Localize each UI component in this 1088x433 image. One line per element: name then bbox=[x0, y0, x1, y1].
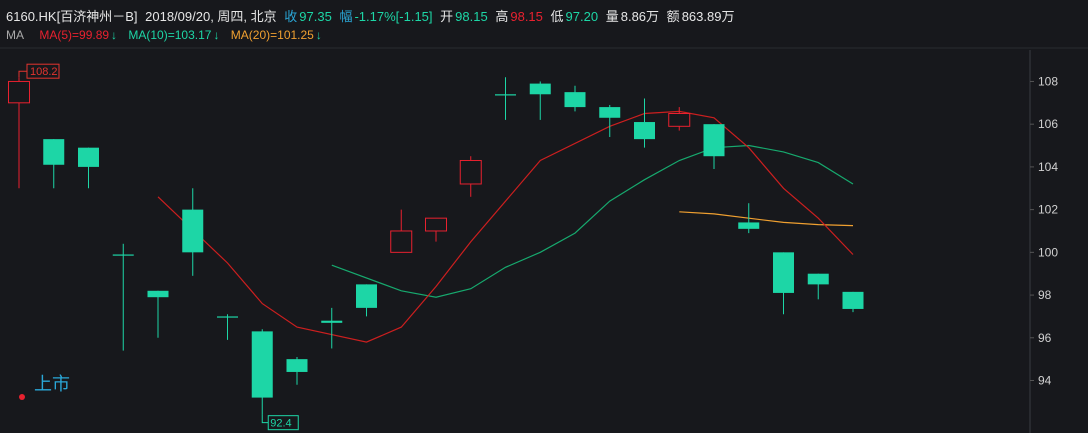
candle bbox=[217, 314, 238, 340]
candle bbox=[703, 124, 725, 170]
candle-body bbox=[703, 124, 725, 157]
candle bbox=[356, 284, 377, 317]
y-tick-label: 96 bbox=[1038, 331, 1052, 345]
candle-body bbox=[842, 291, 864, 309]
candle bbox=[773, 252, 794, 315]
candle-body bbox=[425, 217, 447, 232]
candle-body bbox=[738, 222, 760, 229]
candle-body bbox=[8, 80, 30, 104]
candle bbox=[599, 104, 621, 137]
y-tick-label: 98 bbox=[1038, 288, 1052, 302]
max-label: 108.2 bbox=[30, 66, 58, 78]
candle-body bbox=[217, 316, 238, 318]
candle-body bbox=[112, 254, 134, 256]
candle bbox=[495, 77, 516, 120]
candle bbox=[807, 273, 829, 300]
candle-body bbox=[529, 83, 551, 95]
event-marker-dot bbox=[19, 394, 25, 400]
candle bbox=[459, 156, 482, 197]
candle-body bbox=[321, 320, 343, 323]
y-tick-label: 108 bbox=[1038, 74, 1058, 88]
chart-page: 6160.HK[百济神州－B] 2018/09/20, 周四, 北京 收 97.3… bbox=[0, 0, 1088, 433]
candle-body bbox=[459, 159, 482, 185]
candle bbox=[425, 217, 447, 242]
y-tick-label: 106 bbox=[1038, 117, 1058, 131]
min-label-leader bbox=[261, 414, 269, 424]
candle bbox=[321, 307, 343, 349]
candle bbox=[251, 329, 273, 415]
candle bbox=[738, 203, 760, 234]
y-tick-label: 100 bbox=[1038, 245, 1058, 259]
candle-body bbox=[43, 139, 65, 165]
candle-body bbox=[390, 230, 413, 253]
candle bbox=[286, 357, 308, 385]
candle-body bbox=[668, 113, 691, 127]
candle bbox=[78, 147, 99, 189]
candle-body bbox=[286, 359, 308, 372]
candlestick-chart[interactable]: 94 96 98 100 102 104 106 108 108.2 92.4 上市 bbox=[0, 0, 1088, 433]
candle bbox=[43, 139, 65, 189]
candle bbox=[529, 81, 551, 120]
candle-body bbox=[356, 284, 377, 308]
candle-body bbox=[182, 209, 204, 253]
candle bbox=[564, 85, 586, 112]
y-tick-label: 94 bbox=[1038, 374, 1052, 388]
candle-body bbox=[251, 331, 273, 398]
candle bbox=[182, 188, 204, 276]
candle-body bbox=[78, 147, 99, 167]
ma20-line bbox=[679, 211, 854, 227]
candle bbox=[112, 243, 134, 351]
candle-body bbox=[599, 107, 621, 118]
candle bbox=[147, 290, 169, 338]
event-label: 上市 bbox=[34, 374, 70, 395]
max-label-leader bbox=[18, 70, 27, 78]
candle bbox=[8, 77, 30, 189]
candle-body bbox=[634, 122, 655, 140]
candle-body bbox=[495, 94, 516, 96]
candle bbox=[634, 98, 655, 148]
candle-body bbox=[564, 92, 586, 108]
candle-body bbox=[807, 273, 829, 285]
y-tick-label: 102 bbox=[1038, 203, 1058, 217]
candle-body bbox=[773, 252, 794, 293]
y-tick-label: 104 bbox=[1038, 160, 1058, 174]
candle bbox=[842, 291, 864, 313]
candle bbox=[390, 209, 413, 253]
candle-body bbox=[147, 290, 169, 298]
min-label: 92.4 bbox=[270, 418, 291, 430]
candle bbox=[668, 107, 691, 131]
